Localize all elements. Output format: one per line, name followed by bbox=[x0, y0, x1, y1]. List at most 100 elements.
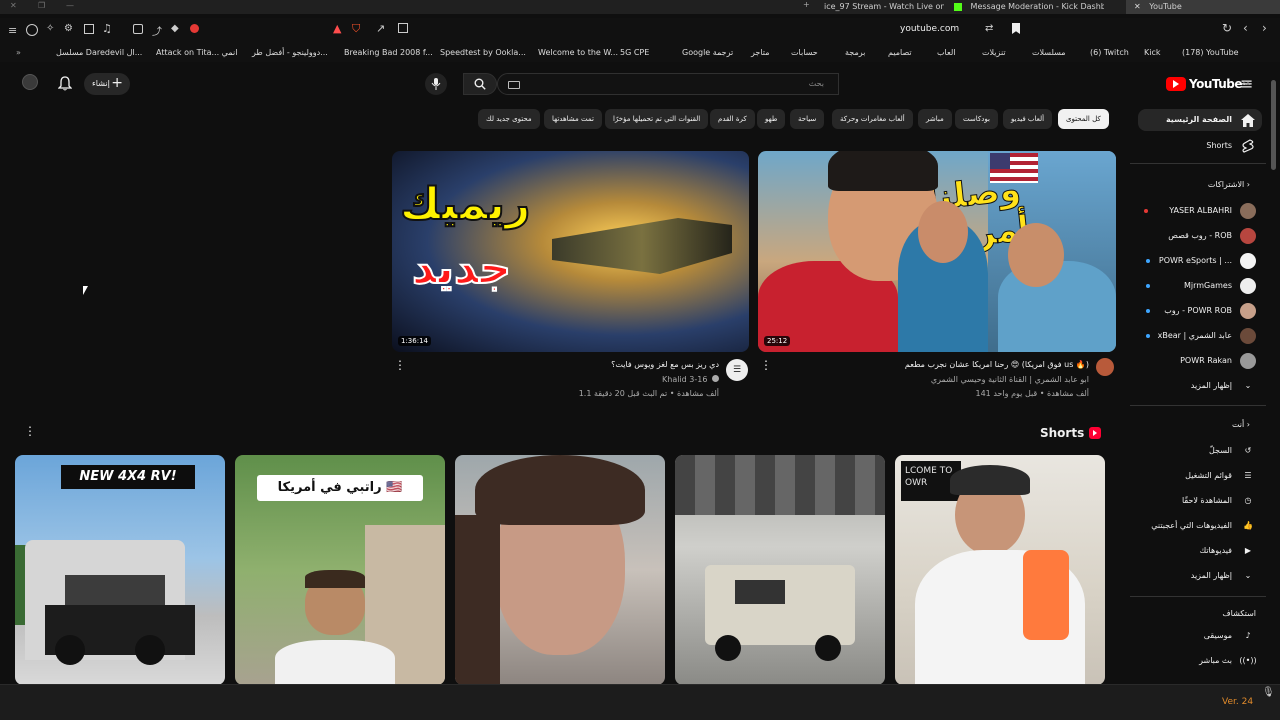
forward-share-icon[interactable]: ↗ bbox=[376, 22, 385, 35]
music-icon[interactable]: ♫ bbox=[102, 22, 112, 35]
chip-all[interactable]: كل المحتوى bbox=[1058, 109, 1109, 129]
bookmark-welcome[interactable]: Welcome to the W... bbox=[538, 44, 618, 62]
more-bookmarks-icon[interactable]: » bbox=[16, 44, 21, 62]
window-restore-icon[interactable]: ❐ bbox=[38, 1, 45, 10]
screenshot-icon[interactable] bbox=[133, 24, 143, 34]
bookmark-programming[interactable]: برمجة bbox=[845, 44, 865, 62]
sidebar-item-shorts[interactable]: Shorts bbox=[1138, 135, 1262, 157]
more-options-icon[interactable]: ⋮ bbox=[24, 424, 36, 438]
diamond-icon[interactable]: ◆ bbox=[171, 23, 179, 34]
sidebar-item-xbear[interactable]: xBear | عابد الشمري bbox=[1138, 325, 1262, 347]
notifications-bell-icon[interactable] bbox=[58, 76, 72, 91]
bookmark-games[interactable]: العاب bbox=[937, 44, 956, 62]
sidebar-item-show-more-subscriptions[interactable]: إظهار المزيد ⌄ bbox=[1138, 375, 1262, 397]
more-options-icon[interactable]: ⋮ bbox=[760, 358, 772, 372]
bookmark-daredevil[interactable]: مسلسل Daredevil ال... bbox=[56, 44, 142, 62]
chip-watched[interactable]: تمت مشاهدتها bbox=[544, 109, 602, 129]
brave-alert-icon[interactable]: ▲ bbox=[333, 22, 341, 35]
sidebar-item-liked-videos[interactable]: الفيديوهات التي أعجبتني 👍 bbox=[1138, 515, 1262, 537]
search-button[interactable] bbox=[463, 73, 497, 95]
bookmark-speedtest[interactable]: Speedtest by Ookla... bbox=[440, 44, 526, 62]
extension-icon[interactable]: ✧ bbox=[46, 23, 54, 34]
brave-shield-icon[interactable]: ⛉ bbox=[352, 22, 360, 36]
bookmark-duolingo[interactable]: دوولينجو - أفضل طر... bbox=[252, 44, 328, 62]
bookmark-icon[interactable] bbox=[1012, 23, 1020, 34]
permission-icon[interactable] bbox=[398, 23, 408, 33]
keyboard-icon[interactable] bbox=[508, 81, 520, 89]
chip-travel[interactable]: سياحة bbox=[790, 109, 825, 129]
channel-avatar[interactable] bbox=[1096, 358, 1114, 376]
sidebar-item-music[interactable]: موسيقى ♪ bbox=[1138, 625, 1262, 647]
sidebar-item-live[interactable]: بث مباشر ((•)) bbox=[1138, 650, 1262, 672]
site-settings-icon[interactable]: ⇄ bbox=[985, 23, 993, 34]
reload-icon[interactable]: ↻ bbox=[1222, 21, 1232, 35]
video-thumbnail[interactable]: ريميك جديد 1:36:14 bbox=[392, 151, 749, 352]
chip-recently-uploaded[interactable]: القنوات التي تم تحميلها مؤخرًا bbox=[605, 109, 709, 129]
forward-icon[interactable]: › bbox=[1262, 21, 1267, 35]
bookmark-google-translate[interactable]: Google ترجمة bbox=[682, 44, 733, 62]
chip-podcasts[interactable]: بودكاست bbox=[955, 109, 998, 129]
record-icon[interactable] bbox=[190, 24, 199, 33]
sidebar-item-rob-stories[interactable]: روب قصص - ROB bbox=[1138, 225, 1262, 247]
bookmark-designs[interactable]: تصاميم bbox=[888, 44, 912, 62]
page-scrollbar[interactable] bbox=[1271, 80, 1276, 170]
bookmark-accounts[interactable]: حسابات bbox=[791, 44, 818, 62]
sidebar-item-home[interactable]: الصفحة الرئيسية bbox=[1138, 109, 1262, 131]
video-channel[interactable]: ابو عابد الشمري | القناة الثانية وحيسي ا… bbox=[931, 375, 1089, 384]
bookmark-kick[interactable]: Kick bbox=[1144, 44, 1161, 62]
share-icon[interactable]: ⤴ bbox=[152, 23, 162, 38]
you-heading[interactable]: أنت › bbox=[1136, 420, 1256, 429]
puzzle-icon[interactable]: ⚙ bbox=[64, 23, 73, 34]
sidebar-item-history[interactable]: السجلّ ↺ bbox=[1138, 440, 1262, 462]
chip-video-games[interactable]: ألعاب فيديو bbox=[1003, 109, 1053, 129]
sidebar-item-yaser-albahri[interactable]: YASER ALBAHRI bbox=[1138, 200, 1262, 222]
window-close-icon[interactable]: ✕ bbox=[10, 1, 17, 10]
short-card[interactable]: LCOME TO OWR bbox=[895, 455, 1105, 685]
address-text[interactable]: youtube.com bbox=[900, 24, 959, 34]
chip-action-adventure[interactable]: ألعاب مغامرات وحركة bbox=[832, 109, 913, 129]
sidebar-icon[interactable] bbox=[84, 24, 94, 34]
shield-icon[interactable] bbox=[26, 24, 38, 36]
video-thumbnail[interactable]: وصلنا أمريكا 25:12 bbox=[758, 151, 1116, 352]
tab-youtube[interactable]: ✕ YouTube bbox=[1126, 0, 1280, 14]
bookmark-attack-on-titan[interactable]: Attack on Tita... انمي bbox=[156, 44, 237, 62]
short-card[interactable] bbox=[675, 455, 885, 685]
bookmark-downloads[interactable]: تنزيلات bbox=[982, 44, 1006, 62]
bookmark-series[interactable]: مسلسلات bbox=[1032, 44, 1066, 62]
close-tab-icon[interactable]: ✕ bbox=[1134, 2, 1141, 11]
sidebar-item-powr-rakan[interactable]: POWR Rakan bbox=[1138, 350, 1262, 372]
new-tab-icon[interactable]: + bbox=[803, 0, 810, 9]
more-options-icon[interactable]: ⋮ bbox=[394, 358, 406, 372]
bookmark-youtube[interactable]: (178) YouTube bbox=[1182, 44, 1239, 62]
short-card[interactable] bbox=[455, 455, 665, 685]
sidebar-item-watch-later[interactable]: المشاهدة لاحقًا ◷ bbox=[1138, 490, 1262, 512]
voice-search-button[interactable] bbox=[425, 73, 447, 95]
sidebar-item-powr-rob[interactable]: روب - POWR ROB bbox=[1138, 300, 1262, 322]
bookmark-twitch[interactable]: (6) Twitch bbox=[1090, 44, 1129, 62]
sidebar-item-playlists[interactable]: قوائم التشغيل ☰ bbox=[1138, 465, 1262, 487]
sidebar-item-powr-esports[interactable]: POWR eSports | ... bbox=[1138, 250, 1262, 272]
subscriptions-heading[interactable]: الاشتراكات › bbox=[1136, 180, 1256, 189]
video-channel[interactable]: Khalid 3-16 bbox=[662, 375, 719, 384]
sidebar-item-your-videos[interactable]: فيديوهاتك ▶ bbox=[1138, 540, 1262, 562]
tab-kick-dashboard[interactable]: Message Moderation - Kick Dashbo... bbox=[954, 0, 1104, 14]
short-card[interactable]: NEW 4X4 RV! bbox=[15, 455, 225, 685]
chip-cooking[interactable]: طهو bbox=[757, 109, 786, 129]
back-icon[interactable]: ‹ bbox=[1243, 21, 1248, 35]
microphone-icon[interactable]: 🎙 bbox=[1262, 687, 1275, 698]
channel-avatar[interactable]: ☰ bbox=[726, 359, 748, 381]
youtube-logo[interactable]: YouTube SA bbox=[1166, 76, 1250, 92]
video-title[interactable]: رحنا امريكا عشان نجرب مطعم 😍 (فوق امريكا… bbox=[905, 360, 1089, 369]
window-minimize-icon[interactable]: — bbox=[66, 1, 74, 10]
tab-kick-stream[interactable]: ice_97 Stream - Watch Live on Kick bbox=[824, 0, 944, 14]
bookmark-stores[interactable]: متاجر bbox=[751, 44, 770, 62]
short-card[interactable]: راتبي في أمريكا 🇺🇸 bbox=[235, 455, 445, 685]
create-button[interactable]: إنشاء + bbox=[84, 73, 130, 95]
account-avatar[interactable] bbox=[22, 74, 38, 90]
sidebar-item-show-more-you[interactable]: إظهار المزيد ⌄ bbox=[1138, 565, 1262, 587]
chip-new-to-you[interactable]: محتوى جديد لك bbox=[478, 109, 540, 129]
chip-live[interactable]: مباشر bbox=[918, 109, 952, 129]
chip-football[interactable]: كرة القدم bbox=[710, 109, 755, 129]
bookmark-5g-cpe[interactable]: 5G CPE bbox=[620, 44, 649, 62]
video-title[interactable]: دي ريز بس مع لغز ويوس فايت؟ bbox=[611, 360, 719, 369]
